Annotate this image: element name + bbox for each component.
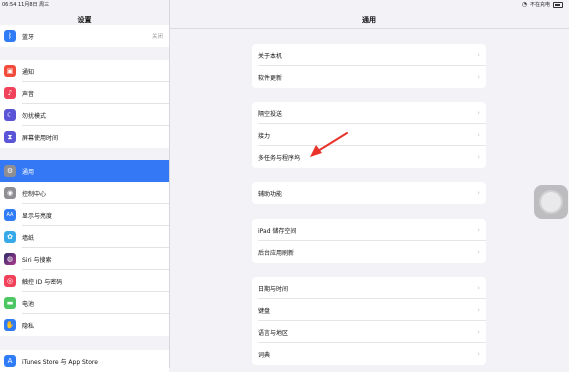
status-time: 06:54 11月8日 周三	[2, 2, 50, 8]
battery-status-icon	[553, 2, 563, 8]
assistive-touch-button[interactable]	[534, 185, 568, 219]
charging-status: 不在充电	[529, 2, 550, 8]
assistive-touch-icon	[541, 192, 561, 212]
annotation-arrow	[310, 132, 348, 157]
wifi-icon: ◔	[521, 1, 527, 8]
status-bar: 06:54 11月8日 周三 ◔ 不在充电	[0, 0, 569, 10]
